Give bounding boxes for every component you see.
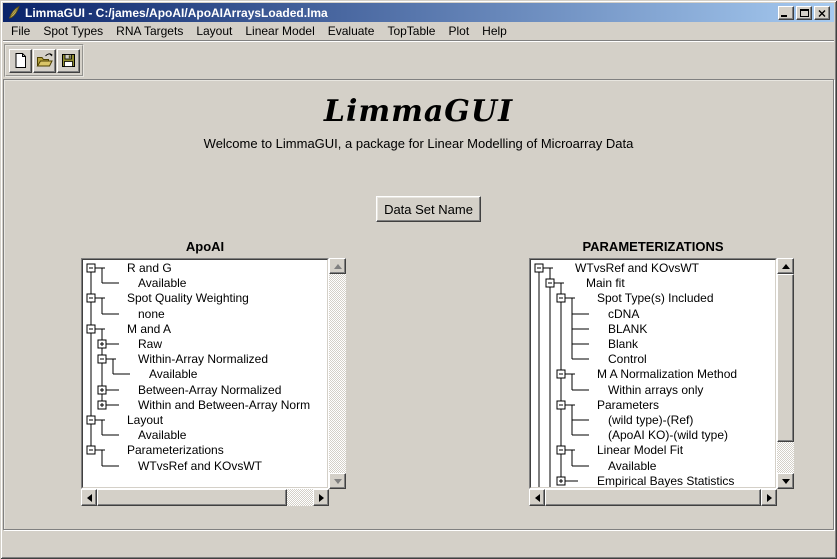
- menu-file[interactable]: File: [6, 23, 35, 39]
- scroll-left-button[interactable]: [529, 489, 545, 506]
- apoai-tree: R and G Available Spot Quality Weighting…: [81, 258, 346, 506]
- tree-node[interactable]: Spot Quality Weighting: [127, 291, 249, 305]
- scroll-right-button[interactable]: [761, 489, 777, 506]
- menu-evaluate[interactable]: Evaluate: [323, 23, 380, 39]
- tree-node[interactable]: M A Normalization Method: [597, 367, 737, 381]
- tree-node[interactable]: Within arrays only: [608, 383, 703, 397]
- menu-layout[interactable]: Layout: [191, 23, 237, 39]
- apoai-tree-canvas[interactable]: R and G Available Spot Quality Weighting…: [81, 258, 329, 489]
- data-set-name-button[interactable]: Data Set Name: [376, 196, 481, 222]
- parameterizations-vertical-scrollbar[interactable]: [777, 258, 794, 489]
- menubar-separator: [3, 40, 834, 42]
- tree-node[interactable]: Available: [138, 276, 187, 290]
- window-controls: [778, 6, 830, 20]
- up-arrow-icon: [334, 264, 342, 269]
- right-tree-header: PARAMETERIZATIONS: [529, 239, 777, 254]
- menu-linear-model[interactable]: Linear Model: [240, 23, 319, 39]
- tk-feather-icon: [6, 5, 22, 20]
- window-title: LimmaGUI - C:/james/ApoAI/ApoAIArraysLoa…: [25, 6, 778, 20]
- tree-node[interactable]: Available: [149, 367, 198, 381]
- open-folder-icon: [36, 52, 54, 69]
- apoai-vertical-scrollbar[interactable]: [329, 258, 346, 489]
- down-arrow-icon: [782, 479, 790, 484]
- save-floppy-icon: [60, 52, 77, 69]
- tree-node[interactable]: Linear Model Fit: [597, 443, 684, 457]
- apoai-horizontal-scrollbar[interactable]: [81, 489, 329, 506]
- tree-node[interactable]: cDNA: [608, 307, 639, 321]
- tree-node[interactable]: BLANK: [608, 322, 647, 336]
- page-title: LimmaGUI: [4, 94, 833, 129]
- toolbar: [4, 44, 84, 77]
- tree-connector-lines: [91, 268, 130, 466]
- tree-node[interactable]: Spot Type(s) Included: [597, 291, 714, 305]
- tree-node[interactable]: Parameterizations: [127, 443, 224, 457]
- up-arrow-icon: [782, 264, 790, 269]
- tree-node[interactable]: Parameters: [597, 398, 659, 412]
- tree-node[interactable]: (wild type)-(Ref): [608, 413, 693, 427]
- left-tree-header: ApoAI: [81, 239, 329, 254]
- menu-help[interactable]: Help: [477, 23, 512, 39]
- left-arrow-icon: [535, 494, 540, 502]
- tree-node[interactable]: WTvsRef and KOvsWT: [575, 261, 700, 275]
- tree-node[interactable]: Main fit: [586, 276, 625, 290]
- main-content: LimmaGUI Welcome to LimmaGUI, a package …: [3, 79, 834, 530]
- tree-node[interactable]: WTvsRef and KOvsWT: [138, 459, 263, 473]
- right-arrow-icon: [319, 494, 324, 502]
- down-arrow-icon: [334, 479, 342, 484]
- tree-node[interactable]: Layout: [127, 413, 164, 427]
- parameterizations-horizontal-scrollbar[interactable]: [529, 489, 777, 506]
- new-document-icon: [12, 52, 29, 69]
- minimize-button[interactable]: [778, 6, 794, 20]
- tree-node[interactable]: Blank: [608, 337, 639, 351]
- tree-node[interactable]: none: [138, 307, 165, 321]
- tree-node[interactable]: Empirical Bayes Statistics: [597, 474, 734, 487]
- scroll-down-button[interactable]: [777, 473, 794, 489]
- save-file-button[interactable]: [57, 49, 80, 73]
- scroll-right-button[interactable]: [313, 489, 329, 506]
- menu-toptable[interactable]: TopTable: [382, 23, 440, 39]
- left-arrow-icon: [87, 494, 92, 502]
- welcome-text: Welcome to LimmaGUI, a package for Linea…: [4, 136, 833, 151]
- maximize-button[interactable]: [796, 6, 812, 20]
- parameterizations-tree: WTvsRef and KOvsWT Main fit Spot Type(s)…: [529, 258, 794, 506]
- horizontal-scroll-thumb[interactable]: [97, 489, 287, 506]
- scroll-down-button[interactable]: [329, 473, 346, 489]
- titlebar[interactable]: LimmaGUI - C:/james/ApoAI/ApoAIArraysLoa…: [3, 3, 834, 22]
- horizontal-scroll-thumb[interactable]: [545, 489, 761, 506]
- menu-spot-types[interactable]: Spot Types: [38, 23, 108, 39]
- right-arrow-icon: [767, 494, 772, 502]
- new-file-button[interactable]: [9, 49, 32, 73]
- open-file-button[interactable]: [33, 49, 56, 73]
- menu-plot[interactable]: Plot: [443, 23, 474, 39]
- parameterizations-tree-canvas[interactable]: WTvsRef and KOvsWT Main fit Spot Type(s)…: [529, 258, 777, 489]
- tree-node[interactable]: R and G: [127, 261, 172, 275]
- close-icon: [818, 10, 826, 17]
- close-button[interactable]: [814, 6, 830, 20]
- scroll-up-button[interactable]: [329, 258, 346, 274]
- maximize-icon: [800, 9, 809, 17]
- menubar: File Spot Types RNA Targets Layout Linea…: [3, 22, 834, 40]
- tree-node[interactable]: Within and Between-Array Norm: [138, 398, 310, 412]
- scroll-left-button[interactable]: [81, 489, 97, 506]
- tree-node[interactable]: Available: [138, 428, 187, 442]
- tree-node[interactable]: M and A: [127, 322, 171, 336]
- minimize-icon: [781, 15, 787, 17]
- tree-node[interactable]: Available: [608, 459, 657, 473]
- menu-rna-targets[interactable]: RNA Targets: [111, 23, 188, 39]
- vertical-scroll-thumb[interactable]: [777, 274, 794, 442]
- scroll-up-button[interactable]: [777, 258, 794, 274]
- tree-node[interactable]: (ApoAI KO)-(wild type): [608, 428, 728, 442]
- tree-node[interactable]: Control: [608, 352, 647, 366]
- tree-node[interactable]: Within-Array Normalized: [138, 352, 268, 366]
- tree-node[interactable]: Raw: [138, 337, 162, 351]
- tree-node[interactable]: Between-Array Normalized: [138, 383, 281, 397]
- app-window: LimmaGUI - C:/james/ApoAI/ApoAIArraysLoa…: [0, 0, 837, 559]
